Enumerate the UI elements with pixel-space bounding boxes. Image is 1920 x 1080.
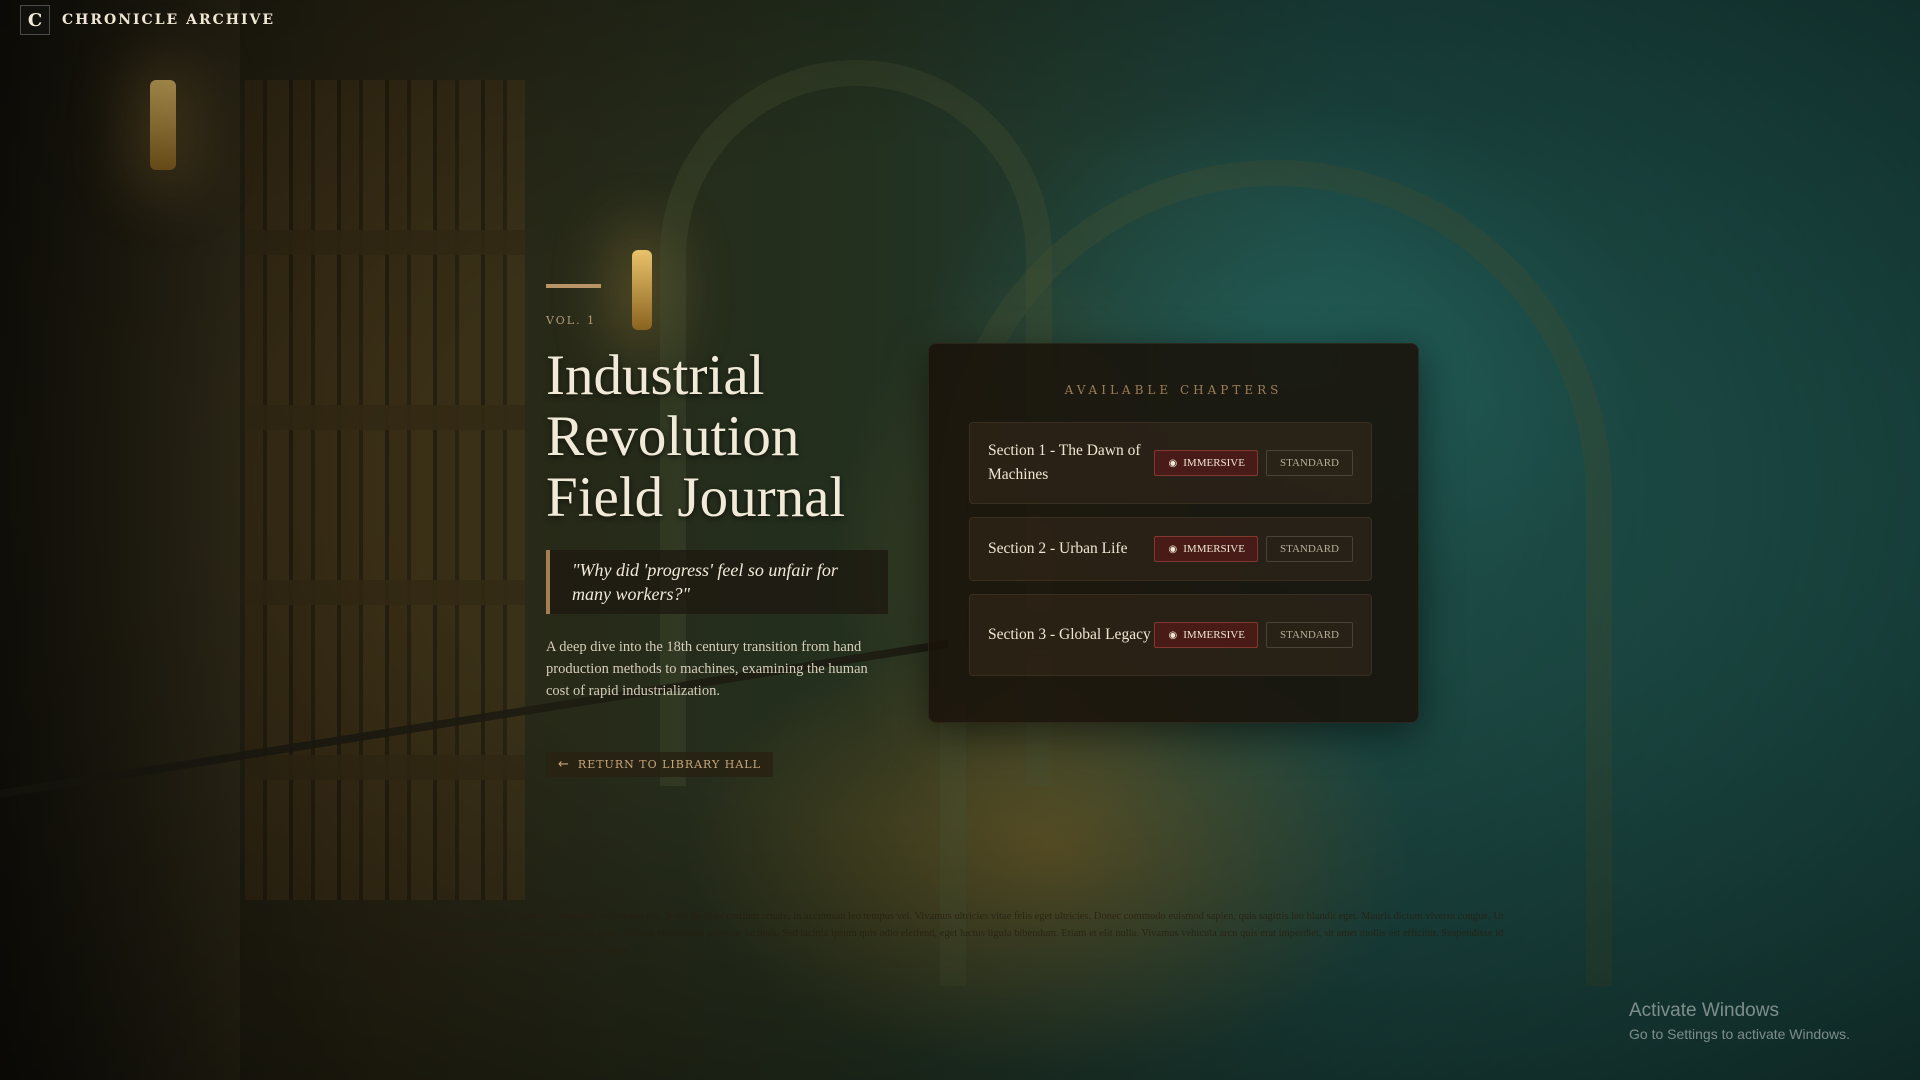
watermark-title: Activate Windows	[1629, 1000, 1779, 1021]
eye-icon: ◉	[1168, 543, 1178, 555]
watermark-subtitle: Go to Settings to activate Windows.	[1629, 1026, 1850, 1042]
immersive-label: IMMERSIVE	[1183, 543, 1245, 555]
accent-divider	[546, 284, 601, 288]
chapter-title: Section 3 - Global Legacy	[988, 626, 1151, 643]
arrow-left-icon: ←	[558, 757, 570, 772]
immersive-button[interactable]: ◉ IMMERSIVE	[1153, 450, 1258, 476]
eye-icon: ◉	[1168, 457, 1178, 469]
brand[interactable]: C CHRONICLE ARCHIVE	[20, 5, 275, 35]
panel-heading: AVAILABLE CHAPTERS	[1064, 383, 1283, 397]
immersive-label: IMMERSIVE	[1183, 457, 1245, 469]
page-title: Industrial Revolution Field Journal	[546, 345, 886, 528]
chapters-panel: AVAILABLE CHAPTERS Section 1 - The Dawn …	[928, 343, 1419, 723]
standard-button[interactable]: STANDARD	[1265, 450, 1353, 476]
chapter-title: Section 1 - The Dawn of Machines	[988, 442, 1141, 483]
title-line: Industrial	[546, 344, 765, 407]
brand-logo[interactable]: C	[20, 5, 50, 35]
quote-box: "Why did 'progress' feel so unfair for m…	[546, 550, 888, 614]
guiding-question: "Why did 'progress' feel so unfair for m…	[572, 560, 838, 604]
chapter-card: Section 2 - Urban Life ◉ IMMERSIVE STAND…	[969, 517, 1372, 581]
chapter-card: Section 1 - The Dawn of Machines ◉ IMMER…	[969, 422, 1372, 504]
footer-lorem-text: Lorem ipsum dolor sit amet, consectetur …	[428, 911, 1504, 956]
brand-name[interactable]: CHRONICLE ARCHIVE	[62, 12, 275, 28]
chapter-list: Section 1 - The Dawn of Machines ◉ IMMER…	[969, 422, 1372, 676]
immersive-label: IMMERSIVE	[1183, 629, 1245, 641]
immersive-button[interactable]: ◉ IMMERSIVE	[1153, 622, 1258, 648]
chapter-title: Section 2 - Urban Life	[988, 540, 1128, 557]
title-line: Field Journal	[546, 466, 846, 529]
hero-section: VOL. 1 Industrial Revolution Field Journ…	[546, 284, 888, 702]
activate-windows-watermark: Activate Windows Go to Settings to activ…	[1629, 1000, 1850, 1042]
return-to-library-button[interactable]: ← RETURN TO LIBRARY HALL	[546, 752, 773, 777]
standard-button[interactable]: STANDARD	[1265, 536, 1353, 562]
immersive-button[interactable]: ◉ IMMERSIVE	[1153, 536, 1258, 562]
standard-button[interactable]: STANDARD	[1265, 622, 1353, 648]
title-line: Revolution	[546, 405, 800, 468]
chapter-card: Section 3 - Global Legacy ◉ IMMERSIVE ST…	[969, 594, 1372, 676]
volume-label: VOL. 1	[546, 314, 597, 327]
journal-description: A deep dive into the 18th century transi…	[546, 639, 868, 699]
eye-icon: ◉	[1168, 629, 1178, 641]
return-label: RETURN TO LIBRARY HALL	[577, 758, 761, 771]
